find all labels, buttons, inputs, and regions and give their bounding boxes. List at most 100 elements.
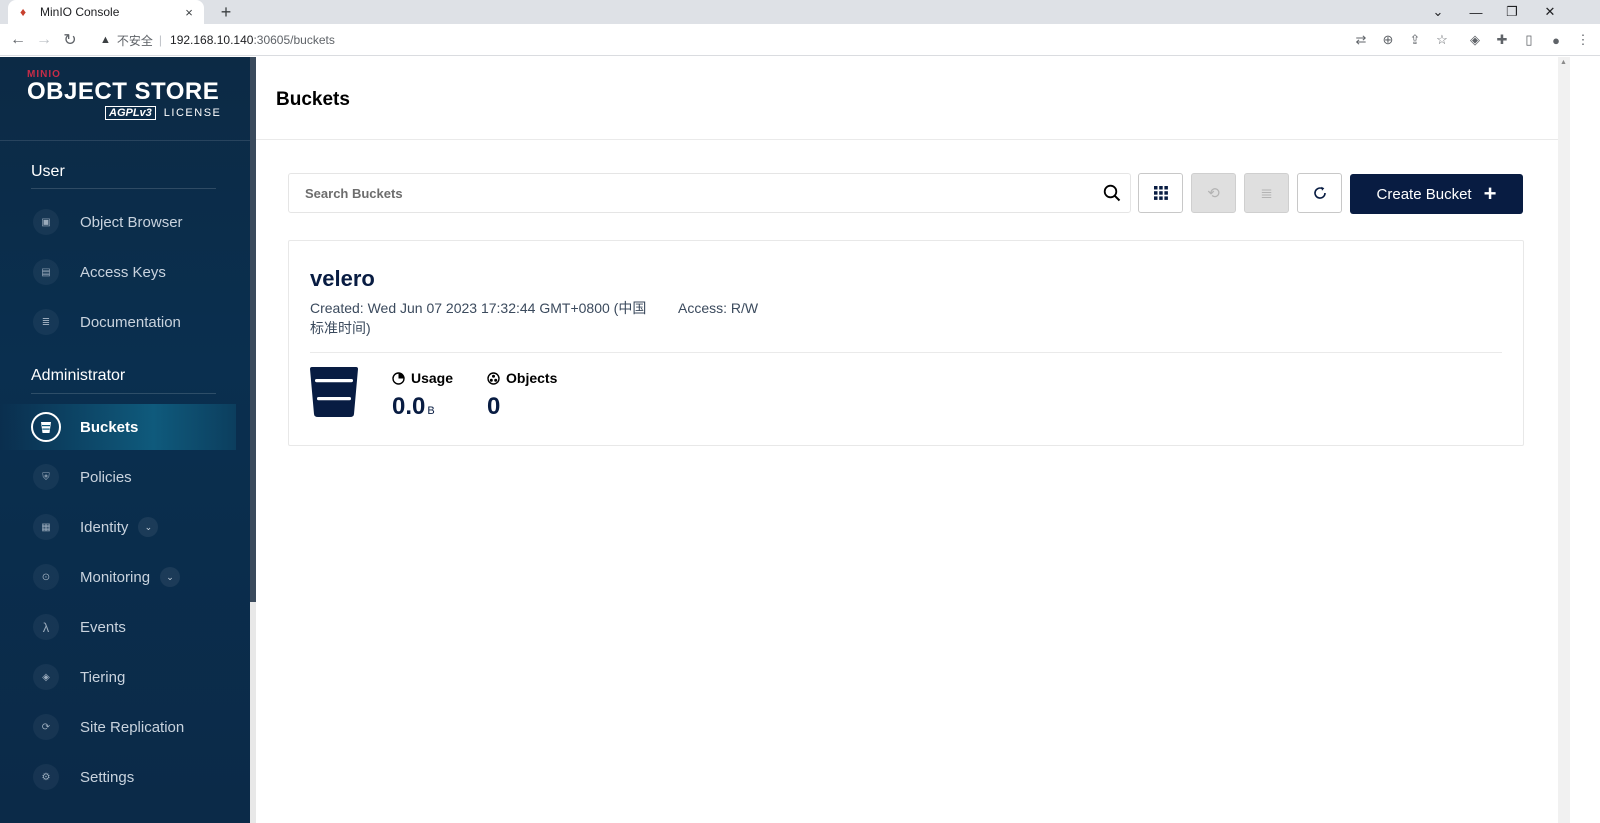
section-user: User	[31, 163, 65, 180]
extensions-puzzle-icon[interactable]: ✚	[1489, 24, 1515, 56]
monitoring-icon: ⊙	[33, 564, 59, 590]
chevron-down-icon[interactable]: ⌄	[160, 567, 181, 587]
bucket-name[interactable]: velero	[310, 266, 375, 292]
page-title: Buckets	[276, 89, 350, 110]
bookmark-star-icon[interactable]: ☆	[1429, 24, 1455, 56]
profile-avatar-icon[interactable]: ●	[1543, 24, 1569, 56]
bucket-card[interactable]: velero Created: Wed Jun 07 2023 17:32:44…	[288, 240, 1524, 446]
refresh-icon	[1313, 186, 1326, 199]
browser-tab[interactable]: ♦ MinIO Console ×	[8, 0, 204, 24]
objects-label-text: Objects	[506, 370, 558, 386]
sidebar-item-label: Documentation	[80, 313, 181, 331]
tab-title: MinIO Console	[40, 5, 120, 19]
sidebar-item-label: Site Replication	[80, 718, 185, 736]
access-keys-icon: ▤	[33, 259, 59, 285]
translate-icon[interactable]: ⇄	[1348, 24, 1374, 56]
browser-menu-icon[interactable]: ⋮	[1570, 24, 1596, 56]
scroll-up-icon[interactable]: ▲	[1560, 59, 1567, 66]
logo-product: OBJECT STORE	[27, 78, 220, 105]
forward-icon[interactable]: →	[31, 24, 57, 56]
tab-search-icon[interactable]: ⌄	[1420, 0, 1456, 24]
share-icon[interactable]: ⇪	[1402, 24, 1428, 56]
sidebar-item-identity[interactable]: ▦ Identity ⌄	[0, 504, 236, 550]
create-bucket-label: Create Bucket	[1376, 185, 1472, 203]
sidebar-item-monitoring[interactable]: ⊙ Monitoring ⌄	[0, 554, 236, 600]
sidebar-item-label: Settings	[80, 768, 135, 786]
list-view-button[interactable]	[1138, 173, 1183, 213]
zoom-icon[interactable]: ⊕	[1375, 24, 1401, 56]
main-content: Buckets ⟲ ≣ Create Bucket + velero Creat…	[256, 57, 1558, 823]
set-lifecycle-button[interactable]: ≣	[1244, 173, 1289, 213]
search-icon[interactable]	[1094, 184, 1130, 202]
usage-unit: B	[427, 405, 435, 417]
search-bar	[288, 173, 1131, 213]
tab-close-icon[interactable]: ×	[182, 5, 196, 20]
restore-icon[interactable]: ❐	[1494, 0, 1530, 24]
insecure-label: 不安全	[116, 33, 153, 48]
address-separator: |	[158, 33, 163, 47]
tiering-icon: ◈	[33, 664, 59, 690]
sidebar-item-settings[interactable]: ⚙ Settings	[0, 754, 236, 800]
url-host: 192.168.10.140	[170, 33, 254, 47]
bucket-icon	[31, 412, 61, 442]
sidebar-item-label: Identity	[80, 518, 129, 536]
plus-icon: +	[1483, 181, 1497, 206]
minio-favicon-icon: ♦	[19, 5, 27, 19]
bucket-icon	[310, 367, 358, 422]
sidebar-item-buckets[interactable]: Buckets	[0, 404, 236, 450]
gear-icon: ⚙	[33, 764, 59, 790]
usage-number: 0.0	[392, 393, 426, 420]
back-icon[interactable]: ←	[5, 24, 31, 56]
minio-logo[interactable]: MINIO OBJECT STORE AGPLv3 LICENSE	[27, 69, 221, 120]
object-browser-icon: ▣	[33, 209, 59, 235]
page-header: Buckets	[256, 57, 1558, 140]
url-path: :30605/buckets	[253, 33, 335, 47]
close-window-icon[interactable]: ✕	[1532, 0, 1568, 24]
page-scrollbar[interactable]: ▲	[1558, 57, 1570, 823]
browser-tab-bar: ♦ MinIO Console × + ⌄ — ❐ ✕	[0, 0, 1600, 24]
browser-toolbar: ← → ↻ ▲ 不安全 | 192.168.10.140:30605/bucke…	[0, 24, 1600, 56]
new-tab-button[interactable]: +	[214, 0, 238, 24]
side-panel-icon[interactable]: ▯	[1516, 24, 1542, 56]
sidebar-item-documentation[interactable]: ≣ Documentation	[0, 299, 236, 345]
sidebar-item-label: Events	[80, 618, 126, 636]
set-replication-button[interactable]: ⟲	[1191, 173, 1236, 213]
documentation-icon: ≣	[33, 309, 59, 335]
sidebar-item-policies[interactable]: ⛨ Policies	[0, 454, 236, 500]
usage-label: Usage	[392, 370, 453, 386]
objects-icon	[487, 371, 500, 385]
usage-value: 0.0 B	[392, 393, 435, 421]
sidebar-item-tiering[interactable]: ◈ Tiering	[0, 654, 236, 700]
section-administrator: Administrator	[31, 367, 126, 384]
extension-b-icon[interactable]: ◈	[1462, 24, 1488, 56]
reload-icon[interactable]: ↻	[57, 24, 83, 56]
refresh-button[interactable]	[1297, 173, 1342, 213]
sidebar-item-object-browser[interactable]: ▣ Object Browser	[0, 199, 236, 245]
license-label: LICENSE	[163, 107, 222, 119]
search-input[interactable]	[289, 175, 1094, 211]
sidebar-divider	[0, 140, 250, 141]
warning-icon: ▲	[100, 34, 111, 46]
replication-icon: ⟳	[33, 714, 59, 740]
section-divider	[31, 188, 216, 189]
minimize-icon[interactable]: —	[1458, 0, 1494, 24]
agpl-badge: AGPLv3	[105, 106, 156, 120]
identity-icon: ▦	[33, 514, 59, 540]
bucket-created: Created: Wed Jun 07 2023 17:32:44 GMT+08…	[310, 300, 647, 336]
chevron-down-icon[interactable]: ⌄	[138, 517, 159, 537]
sidebar-item-access-keys[interactable]: ▤ Access Keys	[0, 249, 236, 295]
lambda-icon: λ	[33, 614, 59, 640]
sidebar-item-site-replication[interactable]: ⟳ Site Replication	[0, 704, 236, 750]
sidebar-item-label: Tiering	[80, 668, 126, 686]
replication-icon: ⟲	[1207, 185, 1220, 202]
sidebar-item-label: Access Keys	[80, 263, 166, 281]
logo-license: AGPLv3 LICENSE	[105, 106, 221, 120]
section-divider	[31, 393, 216, 394]
sidebar-item-label: Buckets	[80, 418, 139, 436]
sidebar: MINIO OBJECT STORE AGPLv3 LICENSE User ▣…	[0, 57, 250, 823]
create-bucket-button[interactable]: Create Bucket +	[1350, 174, 1523, 214]
sidebar-item-label: Monitoring	[80, 568, 151, 586]
card-divider	[310, 352, 1502, 353]
sidebar-item-events[interactable]: λ Events	[0, 604, 236, 650]
grid-icon	[1153, 186, 1168, 200]
